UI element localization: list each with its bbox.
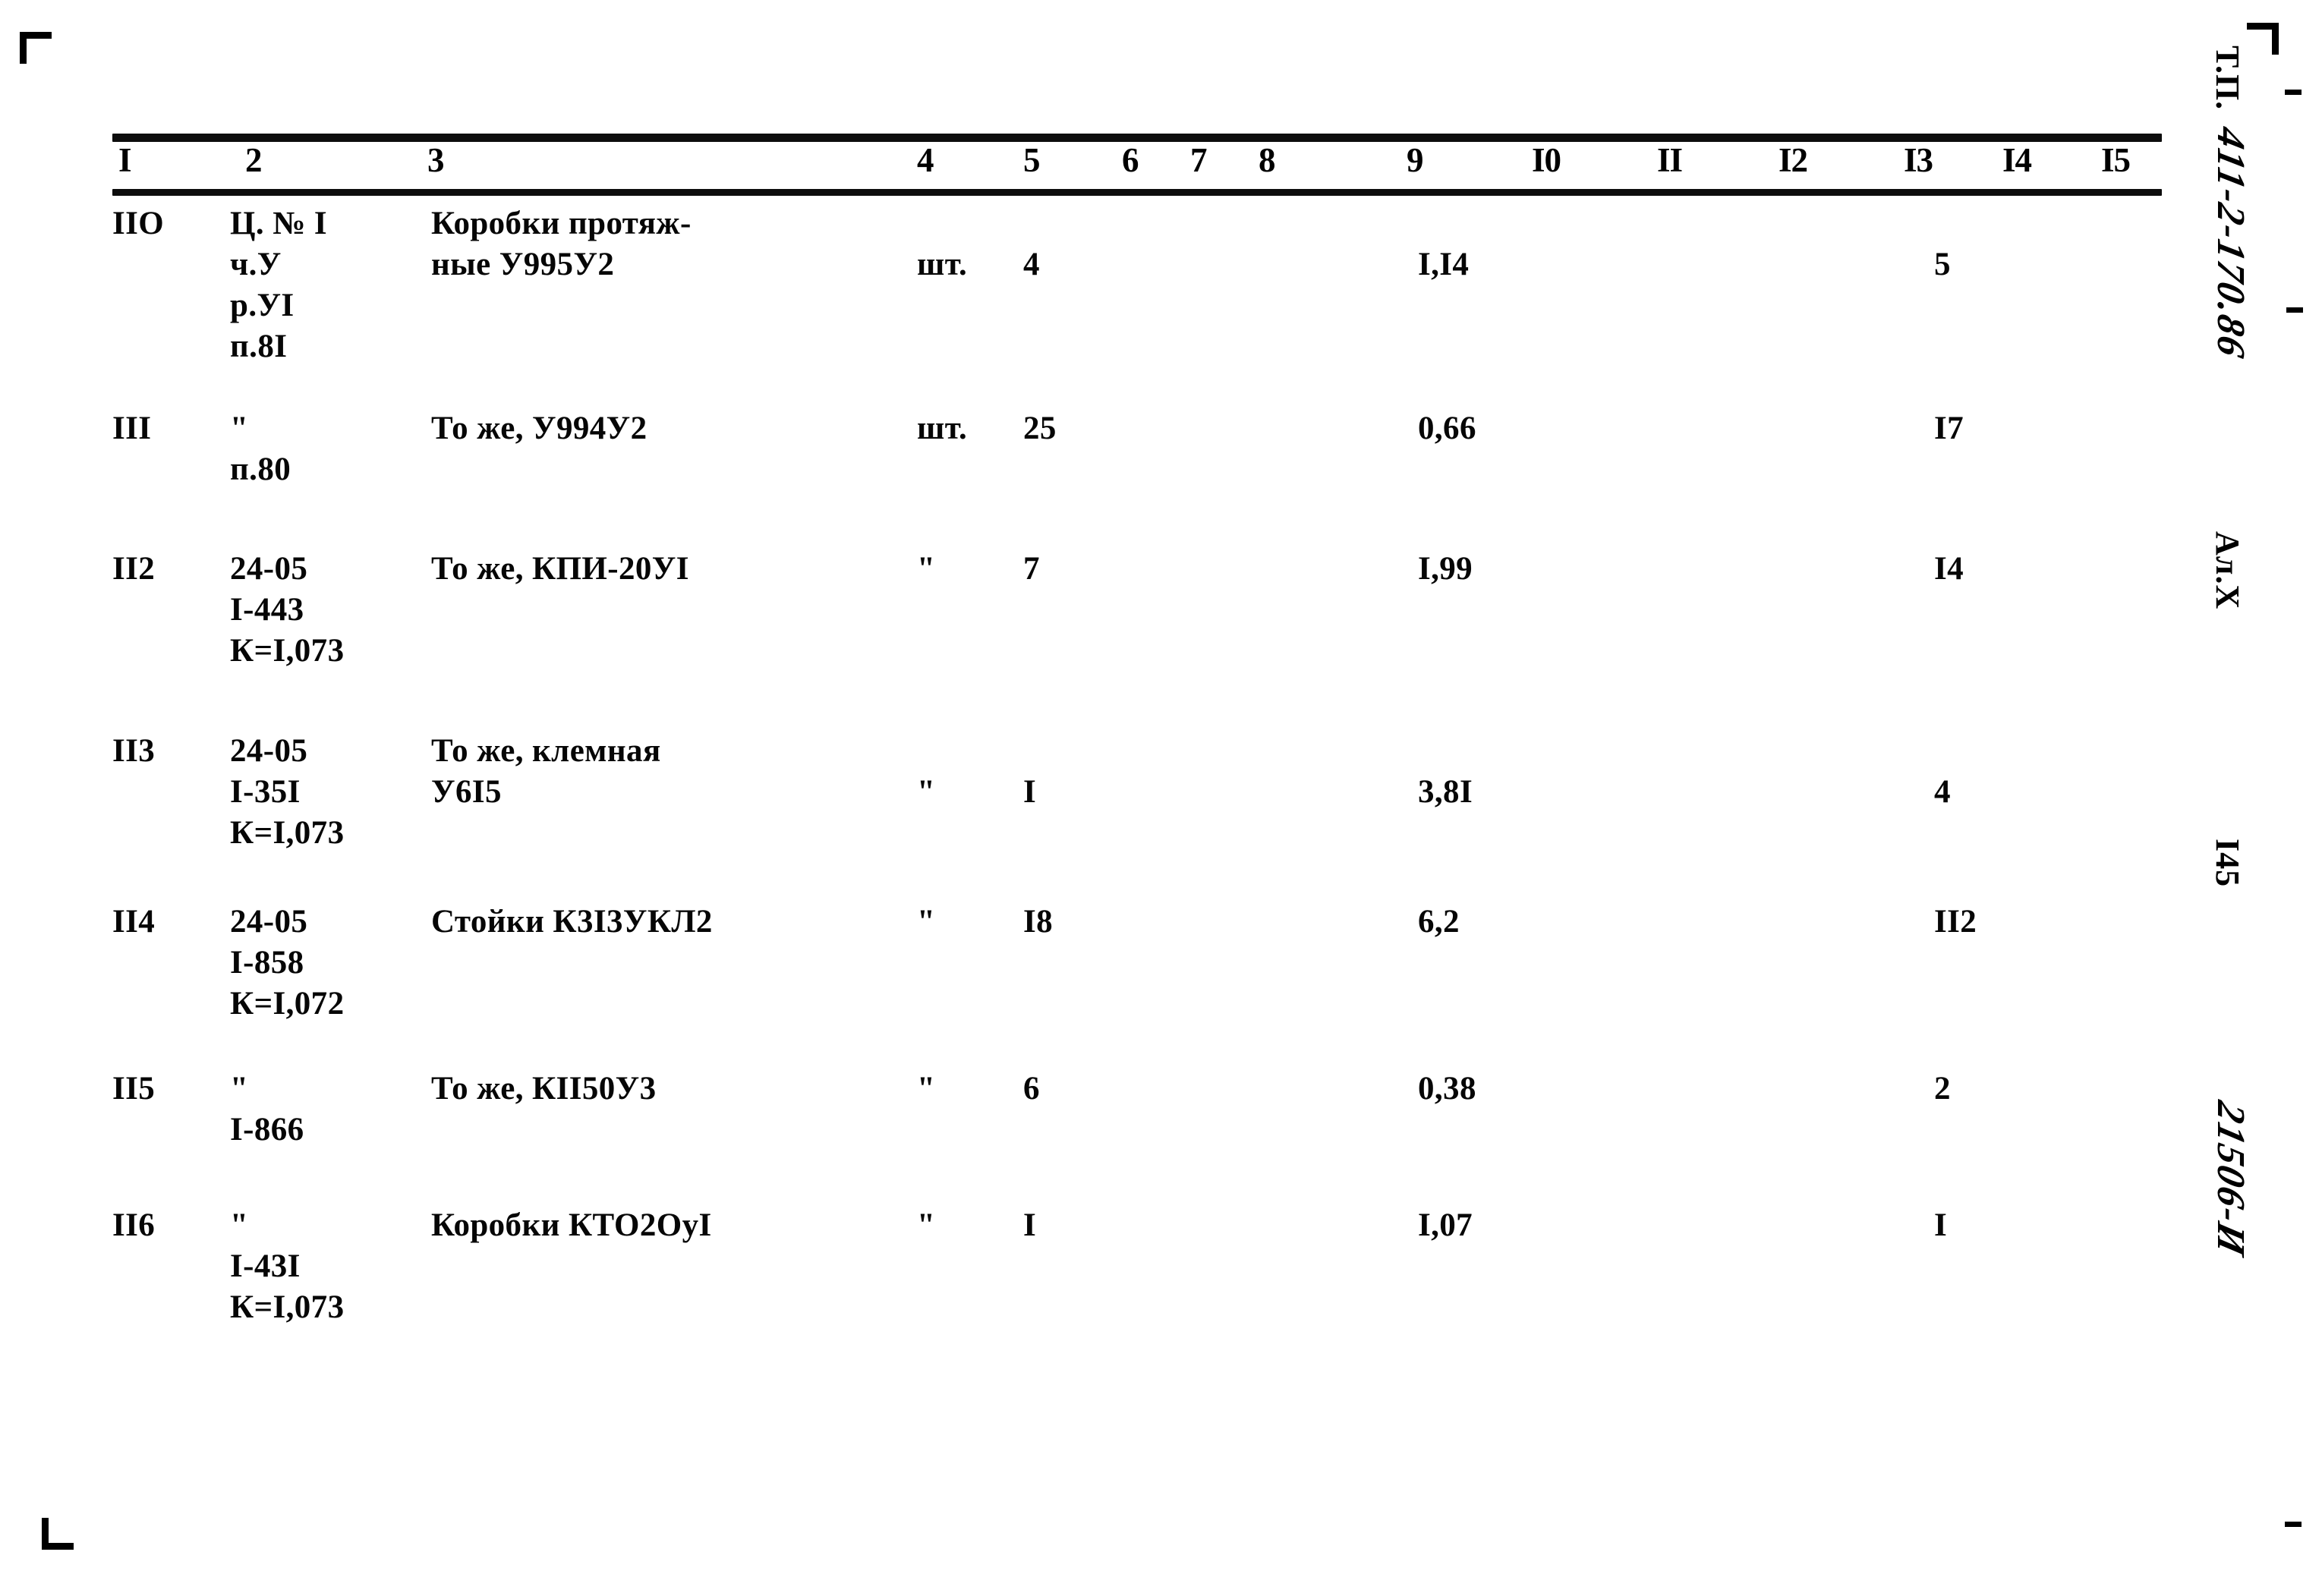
row-quantity: I8	[1023, 904, 1054, 940]
column-number-12: I2	[1779, 141, 1808, 179]
column-number-8: 8	[1259, 141, 1275, 179]
row-name: Стойки К3I3УКЛ2	[431, 904, 713, 940]
row-total: 5	[1934, 247, 1951, 282]
row-position: II2	[112, 551, 156, 587]
table-row: II3 24-05 I-35I К=I,073 То же, клемная У6I…	[112, 731, 2162, 883]
column-number-7: 7	[1190, 141, 1207, 179]
row-position: II6	[112, 1207, 156, 1243]
row-total: I	[1934, 1207, 1948, 1243]
column-number-11: II	[1657, 141, 1683, 179]
row-mass: I,07	[1418, 1207, 1473, 1243]
row-quantity: 6	[1023, 1071, 1040, 1106]
row-unit: "	[917, 774, 936, 810]
column-number-10: I0	[1532, 141, 1561, 179]
row-quantity: I	[1023, 774, 1037, 810]
row-mass: I,I4	[1418, 247, 1470, 282]
row-total: II2	[1934, 904, 1977, 940]
corner-mark-top-left	[20, 32, 59, 71]
edge-tick-middle	[2286, 307, 2303, 313]
row-mass: 0,66	[1418, 411, 1476, 446]
row-quantity: 4	[1023, 247, 1040, 282]
table-row: II4 24-05 I-858 К=I,072 Стойки К3I3УКЛ2 " I8…	[112, 902, 2162, 1053]
document-code: 411-2-170.86	[2209, 123, 2252, 363]
row-unit: шт.	[917, 411, 968, 446]
column-number-15: I5	[2101, 141, 2131, 179]
row-total: I4	[1934, 551, 1964, 587]
table-row: IIO Ц. № I ч.У р.УI п.8I Коробки протяж- н…	[112, 203, 2162, 364]
row-quantity: 25	[1023, 411, 1057, 446]
scanned-page: Т.П. 411-2-170.86 Ал.Х I45 21506-И I2345…	[0, 0, 2322, 1596]
row-quantity: 7	[1023, 551, 1040, 587]
order-stamp: 21506-И	[2209, 1097, 2252, 1261]
column-number-2: 2	[245, 141, 262, 179]
row-mass: 3,8I	[1418, 774, 1473, 810]
column-number-5: 5	[1023, 141, 1040, 179]
row-total: I7	[1934, 411, 1964, 446]
table-row: II6 " I-43I К=I,073 Коробки КТО2ОуI " I I,07 I	[112, 1205, 2162, 1357]
corner-mark-bottom-left	[42, 1510, 81, 1550]
column-number-9: 9	[1407, 141, 1423, 179]
row-mass: 6,2	[1418, 904, 1460, 940]
edge-tick-bottom	[2285, 1522, 2302, 1527]
row-justification: " I-866	[230, 1071, 304, 1147]
row-mass: 0,38	[1418, 1071, 1476, 1106]
row-total: 2	[1934, 1071, 1951, 1106]
document-type-label: Т.П.	[2209, 46, 2246, 111]
row-name: То же, КII50У3	[431, 1071, 657, 1106]
column-number-3: 3	[427, 141, 444, 179]
row-justification: 24-05 I-858 К=I,072	[230, 904, 345, 1022]
row-name: То же, КПИ-20УI	[431, 551, 689, 587]
specification-table: I 2 3 4 5 6 7 8 9 I0 II I2 I3 I4 I5 IIO Ц. № I ч.У р.УI…	[112, 134, 2162, 1357]
row-justification: " I-43I К=I,073	[230, 1207, 345, 1325]
table-column-number-row: I 2 3 4 5 6 7 8 9 I0 II I2 I3 I4 I5	[112, 142, 2162, 189]
row-name: Коробки КТО2ОуI	[431, 1207, 712, 1243]
row-name: Коробки протяж- ные У995У2	[431, 206, 692, 282]
row-unit: шт.	[917, 247, 968, 282]
row-mass: I,99	[1418, 551, 1473, 587]
table-body: IIO Ц. № I ч.У р.УI п.8I Коробки протяж- н…	[112, 203, 2162, 1357]
row-justification: Ц. № I ч.У р.УI п.8I	[230, 206, 328, 364]
edge-tick-top	[2285, 90, 2302, 95]
row-quantity: I	[1023, 1207, 1037, 1243]
row-total: 4	[1934, 774, 1951, 810]
column-number-13: I3	[1904, 141, 1933, 179]
row-position: II4	[112, 904, 156, 940]
row-justification: 24-05 I-35I К=I,073	[230, 733, 345, 851]
table-header-rule	[112, 189, 2162, 196]
table-row: II2 24-05 I-443 К=I,073 То же, КПИ-20УI " 7 I…	[112, 549, 2162, 700]
column-number-14: I4	[2002, 141, 2032, 179]
column-number-6: 6	[1122, 141, 1139, 179]
page-number: I45	[2209, 839, 2246, 888]
row-position: IIO	[112, 206, 165, 241]
row-unit: "	[917, 904, 936, 940]
row-unit: "	[917, 551, 936, 587]
row-position: II3	[112, 733, 156, 769]
column-number-1: I	[118, 141, 131, 179]
row-name: То же, клемная У6I5	[431, 733, 661, 810]
table-row: III " п.80 То же, У994У2 шт. 25 0,66 I7	[112, 408, 2162, 560]
row-unit: "	[917, 1071, 936, 1106]
row-unit: "	[917, 1207, 936, 1243]
row-justification: " п.80	[230, 411, 291, 487]
row-name: То же, У994У2	[431, 411, 647, 446]
row-position: III	[112, 411, 152, 446]
column-number-4: 4	[917, 141, 934, 179]
row-justification: 24-05 I-443 К=I,073	[230, 551, 345, 669]
table-row: II5 " I-866 То же, КII50У3 " 6 0,38 2	[112, 1069, 2162, 1220]
row-position: II5	[112, 1071, 156, 1106]
album-label: Ал.Х	[2209, 531, 2246, 610]
